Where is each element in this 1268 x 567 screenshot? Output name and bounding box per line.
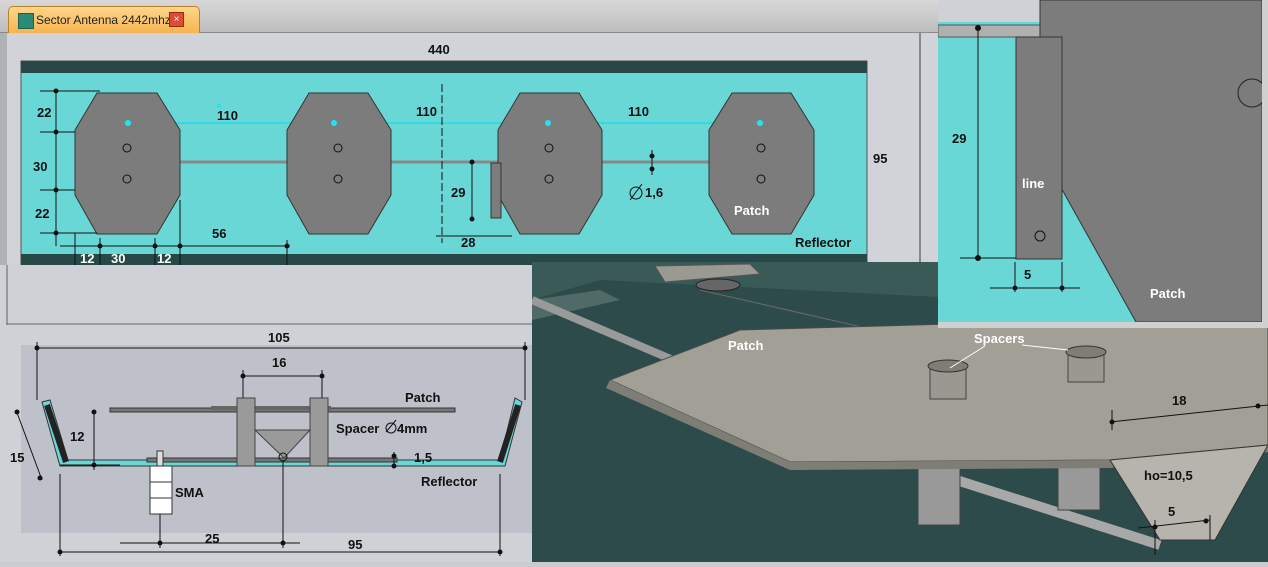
feed-tab (490, 162, 502, 219)
detail-feed-line (1015, 36, 1063, 260)
document-icon (18, 13, 34, 29)
top-margin-label: 22 (37, 105, 51, 120)
pitch-3-label: 110 (628, 104, 649, 119)
document-tab-title: Sector Antenna 2442mhz* (36, 13, 176, 27)
spacer-label: Spacer (336, 421, 379, 436)
patch-width-label: 30 (111, 251, 125, 265)
side-view-drawing: 105 16 12 15 1,5 Patch Spacer 4mm Reflec… (0, 265, 532, 562)
height-label: 95 (873, 151, 887, 166)
top-width-label: 105 (268, 330, 290, 345)
side-view-panel: 105 16 12 15 1,5 Patch Spacer 4mm Reflec… (0, 265, 532, 562)
patch-2 (286, 92, 392, 235)
patch-label-top: Patch (734, 203, 769, 218)
line-label: line (1022, 176, 1044, 191)
bottom-width-label: 95 (348, 537, 362, 552)
patch-3 (497, 92, 603, 235)
spacing-label: 16 (272, 355, 286, 370)
render-patch-label: Patch (728, 338, 763, 353)
side-patch-label: Patch (405, 390, 440, 405)
top-view-panel: 440 95 110 110 110 22 30 22 56 12 30 12 … (0, 33, 940, 268)
side-spacer-left (236, 397, 256, 467)
reflector-edge-top (21, 61, 867, 73)
pitch-2-label: 110 (416, 104, 437, 119)
top-view-drawing: 440 95 110 110 110 22 30 22 56 12 30 12 … (7, 33, 940, 268)
detail-patch-label: Patch (1150, 286, 1185, 301)
render-dim-18: 18 (1172, 393, 1186, 408)
overall-width-label: 440 (428, 42, 450, 57)
edge-left-label: 12 (80, 251, 94, 265)
sma-offset-label: 25 (205, 531, 219, 546)
document-tab[interactable]: Sector Antenna 2442mhz* × (8, 6, 200, 33)
close-tab-icon[interactable]: × (169, 12, 184, 27)
patch-height-label: 30 (33, 159, 47, 174)
side-height-label: 12 (70, 429, 84, 444)
feed-height-label: 29 (451, 185, 465, 200)
side-spacer-right (309, 397, 329, 467)
reflector-label-top: Reflector (795, 235, 851, 250)
feed-width-label: 28 (461, 235, 475, 250)
offset-label: 56 (212, 226, 226, 241)
spacer-dim-label: 4mm (397, 421, 427, 436)
patch-1 (74, 92, 181, 235)
side-reflector-label: Reflector (421, 474, 477, 489)
slant-label: 15 (10, 450, 24, 465)
detail-view-drawing: 29 line 5 Patch (937, 0, 1268, 328)
detail-width-label: 5 (1024, 267, 1031, 282)
sma-label: SMA (175, 485, 205, 500)
pitch-1-label: 110 (217, 108, 238, 123)
bottom-margin-label: 22 (35, 206, 49, 221)
render-dim-5: 5 (1168, 504, 1175, 519)
detail-view-panel: 29 line 5 Patch (937, 0, 1268, 328)
ho-label: ho=10,5 (1144, 468, 1193, 483)
thickness-label: 1,5 (414, 450, 432, 465)
spacers-label: Spacers (974, 331, 1025, 346)
diameter-label: 1,6 (645, 185, 663, 200)
detail-height-label: 29 (952, 131, 966, 146)
edge-right-label: 12 (157, 251, 171, 265)
sma-connector (149, 465, 173, 515)
